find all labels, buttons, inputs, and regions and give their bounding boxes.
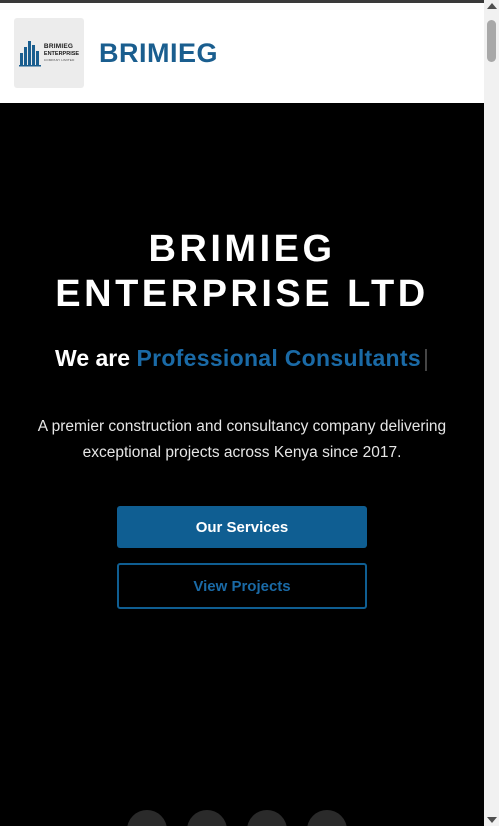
social-icon-2[interactable] xyxy=(187,810,227,826)
hero-tagline: We are Professional Consultants| xyxy=(0,343,484,373)
page: BRIMIEG ENTERPRISE COMPANY LIMITED BRIMI… xyxy=(0,0,499,826)
logo-line-3: COMPANY LIMITED xyxy=(43,58,75,62)
logo-line-2: ENTERPRISE xyxy=(43,50,80,57)
tagline-prefix: We are xyxy=(55,345,131,371)
logo[interactable]: BRIMIEG ENTERPRISE COMPANY LIMITED xyxy=(14,18,84,88)
hero-title-line-1: BRIMIEG xyxy=(148,228,336,270)
social-icon-1[interactable] xyxy=(127,810,167,826)
logo-line-1: BRIMIEG xyxy=(43,43,74,50)
scroll-up-arrow-icon[interactable] xyxy=(487,3,497,9)
scroll-down-arrow-icon[interactable] xyxy=(487,817,497,823)
logo-text: BRIMIEG ENTERPRISE COMPANY LIMITED xyxy=(43,43,80,62)
vertical-scrollbar[interactable] xyxy=(484,0,499,826)
hero-description: A premier construction and consultancy c… xyxy=(37,418,447,461)
social-links xyxy=(0,810,484,826)
social-icon-3[interactable] xyxy=(247,810,287,826)
building-bars-icon xyxy=(18,41,41,67)
tagline-highlight: Professional Consultants xyxy=(136,345,421,371)
view-projects-button[interactable]: View Projects xyxy=(117,563,367,609)
site-header: BRIMIEG ENTERPRISE COMPANY LIMITED BRIMI… xyxy=(0,3,484,103)
scroll-thumb[interactable] xyxy=(487,20,496,62)
our-services-button[interactable]: Our Services xyxy=(117,506,367,548)
hero-title-line-2: ENTERPRISE LTD xyxy=(55,273,429,315)
social-icon-4[interactable] xyxy=(307,810,347,826)
brand-name[interactable]: BRIMIEG xyxy=(99,38,218,69)
hero-section: BRIMIEG ENTERPRISE LTD We are Profession… xyxy=(0,103,484,826)
hero-title: BRIMIEG ENTERPRISE LTD xyxy=(0,227,484,317)
typing-cursor: | xyxy=(422,345,429,371)
